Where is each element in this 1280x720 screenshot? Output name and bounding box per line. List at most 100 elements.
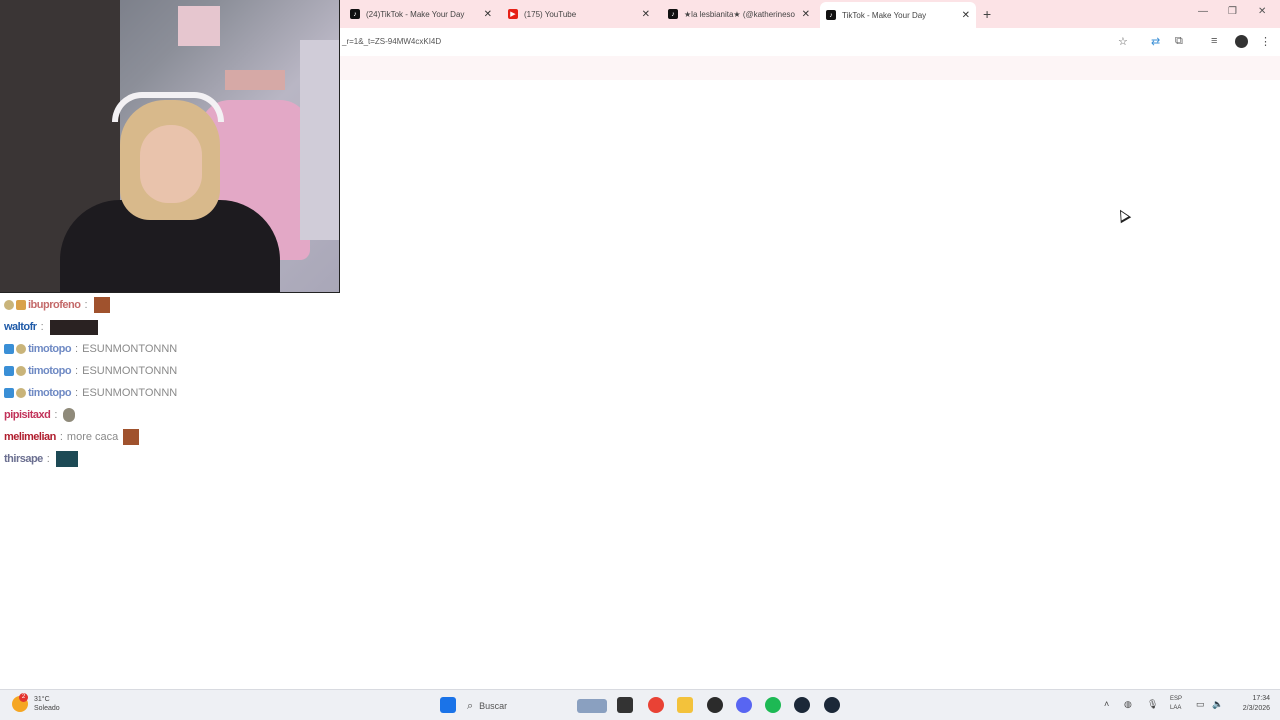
language-indicator[interactable]: ESP LAA	[1170, 695, 1182, 713]
badge-icon	[4, 344, 14, 354]
bookmark-star-icon[interactable]: ☆	[1118, 35, 1128, 48]
tiktok-icon: ♪	[668, 9, 678, 19]
clock-date: 2/3/2026	[1242, 705, 1270, 712]
media-controls-icon[interactable]: ≡	[1211, 35, 1217, 47]
chat-username: timotopo	[28, 365, 72, 377]
browser-window: ♪ (24)TikTok - Make Your Day ✕ ▶ (175) Y…	[340, 0, 1280, 689]
profile-avatar[interactable]	[1235, 35, 1248, 48]
webcam-feed	[0, 0, 340, 293]
chat-separator: :	[75, 387, 79, 399]
close-icon[interactable]: ✕	[484, 9, 492, 20]
steam-icon[interactable]	[824, 697, 840, 713]
weather-widget[interactable]: 2 31°C Soleado	[12, 693, 60, 713]
close-window-button[interactable]: ✕	[1258, 6, 1266, 17]
minimize-button[interactable]: —	[1198, 6, 1208, 17]
chat-message: waltofr :	[4, 318, 98, 336]
close-icon[interactable]: ✕	[962, 10, 970, 21]
person-face	[140, 125, 202, 203]
sun-icon: 2	[12, 693, 28, 712]
system-clock[interactable]: 17:34 2/3/2026	[1230, 694, 1270, 714]
badge-icon	[16, 300, 26, 310]
weather-condition: Soleado	[34, 705, 60, 712]
alert-badge: 2	[19, 693, 28, 702]
chat-message: timotopo : ESUNMONTONNN	[4, 340, 177, 358]
chat-message: timotopo : ESUNMONTONNN	[4, 362, 177, 380]
chat-text: more caca	[66, 431, 119, 443]
taskbar-search[interactable]: ⌕ Buscar	[467, 696, 607, 716]
clock-time: 17:34	[1252, 695, 1270, 702]
network-icon[interactable]: ◍	[1124, 699, 1132, 710]
restore-button[interactable]: ❐	[1228, 6, 1237, 17]
tab-title: (175) YouTube	[524, 9, 577, 19]
tab-youtube[interactable]: ▶ (175) YouTube ✕	[502, 4, 656, 24]
page-header-strip	[340, 56, 1280, 80]
chat-separator: :	[54, 409, 58, 421]
tiktok-icon: ♪	[350, 9, 360, 19]
search-highlight-icon	[577, 699, 607, 713]
task-view-icon[interactable]	[617, 697, 633, 713]
chat-separator: :	[75, 365, 79, 377]
chat-message: ibuprofeno :	[4, 296, 110, 314]
tab-tiktok-active[interactable]: ♪ TikTok - Make Your Day ✕	[820, 2, 976, 28]
chat-username: waltofr	[4, 321, 37, 333]
steam-icon[interactable]	[794, 697, 810, 713]
desktop-screen: ♪ (24)TikTok - Make Your Day ✕ ▶ (175) Y…	[0, 0, 1280, 720]
badge-icon	[4, 300, 14, 310]
file-explorer-icon[interactable]	[677, 697, 693, 713]
windows-start-icon[interactable]	[440, 697, 456, 713]
badge-icon	[16, 344, 26, 354]
chat-username: ibuprofeno	[28, 299, 81, 311]
chat-username: timotopo	[28, 387, 72, 399]
tab-tiktok-profile[interactable]: ♪ ★la lesbianita★ (@katherineso ✕	[662, 4, 816, 24]
taskbar: 2 31°C Soleado ⌕ Buscar ˄ ◍ 🎙 ESP LAA ▭	[0, 689, 1280, 720]
emote-icon	[49, 319, 98, 335]
menu-icon[interactable]: ⋮	[1260, 35, 1271, 48]
chat-message: melimelian : more caca	[4, 428, 140, 446]
cat-ear-headset	[112, 92, 224, 122]
tiktok-icon: ♪	[826, 10, 836, 20]
chat-separator: :	[75, 343, 79, 355]
translate-icon[interactable]: ⇄	[1151, 35, 1160, 48]
emote-icon	[55, 451, 78, 467]
tab-tiktok-1[interactable]: ♪ (24)TikTok - Make Your Day ✕	[344, 4, 498, 24]
address-bar[interactable]: _r=1&_t=ZS-94MW4cxKI4D	[342, 37, 441, 46]
weather-temp: 31°C	[34, 696, 50, 703]
extensions-icon[interactable]: ⧉	[1175, 35, 1183, 48]
chat-username: timotopo	[28, 343, 72, 355]
wall-poster	[178, 6, 220, 46]
chat-text: ESUNMONTONNN	[82, 365, 178, 377]
tab-title: ★la lesbianita★ (@katherineso	[684, 9, 795, 19]
badge-icon	[4, 366, 14, 376]
tab-title: TikTok - Make Your Day	[842, 10, 927, 20]
chat-separator: :	[84, 299, 88, 311]
chat-separator: :	[40, 321, 44, 333]
app-icon[interactable]	[707, 697, 723, 713]
chrome-icon[interactable]	[648, 697, 664, 713]
discord-icon[interactable]	[736, 697, 752, 713]
close-icon[interactable]: ✕	[642, 9, 650, 20]
spotify-icon[interactable]	[765, 697, 781, 713]
close-icon[interactable]: ✕	[802, 9, 810, 20]
chat-username: pipisitaxd	[4, 409, 51, 421]
chat-message: timotopo : ESUNMONTONNN	[4, 384, 177, 402]
chat-message: pipisitaxd :	[4, 406, 76, 424]
language-code: ESP	[1170, 696, 1183, 702]
volume-icon[interactable]: 🔈	[1212, 699, 1223, 710]
chat-username: melimelian	[4, 431, 56, 443]
emote-icon	[93, 297, 110, 313]
emote-icon	[63, 408, 76, 422]
chevron-up-icon[interactable]: ˄	[1104, 699, 1109, 709]
display-icon[interactable]: ▭	[1196, 699, 1205, 710]
badge-icon	[16, 388, 26, 398]
tab-title: (24)TikTok - Make Your Day	[366, 9, 465, 19]
search-icon: ⌕	[467, 699, 474, 712]
microphone-icon[interactable]: 🎙	[1147, 699, 1158, 710]
chat-message: thirsape :	[4, 450, 78, 468]
shelf-toys	[225, 70, 285, 90]
chat-text: ESUNMONTONNN	[82, 387, 178, 399]
emote-icon	[123, 429, 140, 445]
youtube-icon: ▶	[508, 9, 518, 19]
badge-icon	[4, 388, 14, 398]
tab-strip: ♪ (24)TikTok - Make Your Day ✕ ▶ (175) Y…	[340, 0, 1280, 28]
new-tab-button[interactable]: +	[983, 6, 991, 22]
